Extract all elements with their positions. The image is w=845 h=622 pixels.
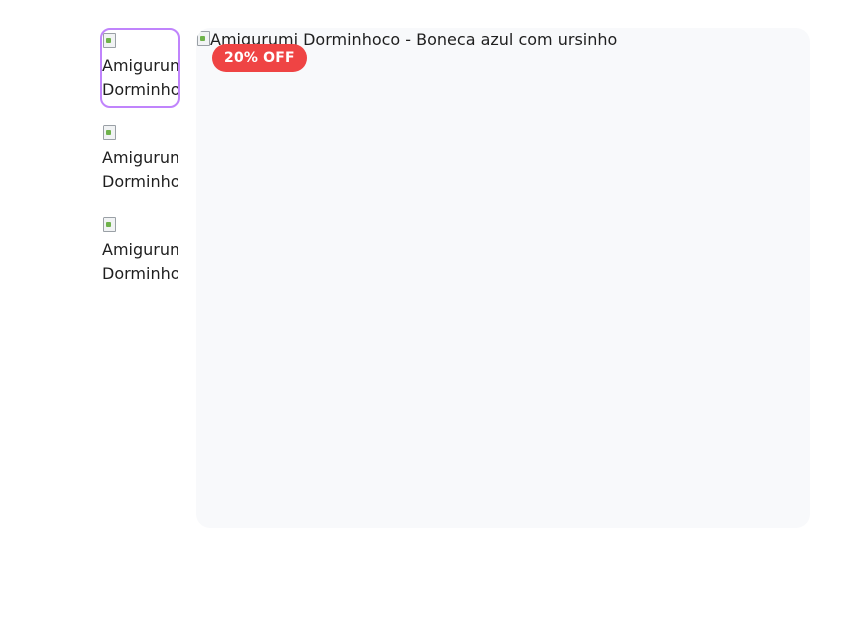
product-gallery: Amigurumi Dorminhoco - Boneca azul com u… xyxy=(0,0,845,622)
thumbnail-image: Amigurumi Dorminhoco - Boneca azul com u… xyxy=(102,122,178,198)
thumbnail-1[interactable]: Amigurumi Dorminhoco - Boneca azul com u… xyxy=(100,28,180,108)
thumbnail-image: Amigurumi Dorminhoco - Bebê xyxy=(102,214,178,290)
thumbnail-image: Amigurumi Dorminhoco - Boneca azul com u… xyxy=(102,30,178,106)
discount-badge: 20% OFF xyxy=(212,44,307,72)
thumbnail-alt-text: Amigurumi Dorminhoco - Bebê xyxy=(102,240,180,290)
thumbnail-3[interactable]: Amigurumi Dorminhoco - Bebê xyxy=(100,212,180,292)
thumbnail-2[interactable]: Amigurumi Dorminhoco - Boneca azul com u… xyxy=(100,120,180,200)
broken-image-icon xyxy=(102,32,116,48)
thumbnail-alt-text: Amigurumi Dorminhoco - Boneca azul com u… xyxy=(102,56,180,106)
broken-image-icon xyxy=(196,30,210,46)
thumbnail-list: Amigurumi Dorminhoco - Boneca azul com u… xyxy=(100,28,180,304)
main-image-container[interactable]: Amigurumi Dorminhoco - Boneca azul com u… xyxy=(196,28,810,528)
thumbnail-alt-text: Amigurumi Dorminhoco - Boneca azul com u… xyxy=(102,148,180,198)
broken-image-icon xyxy=(102,124,116,140)
broken-image-icon xyxy=(102,216,116,232)
